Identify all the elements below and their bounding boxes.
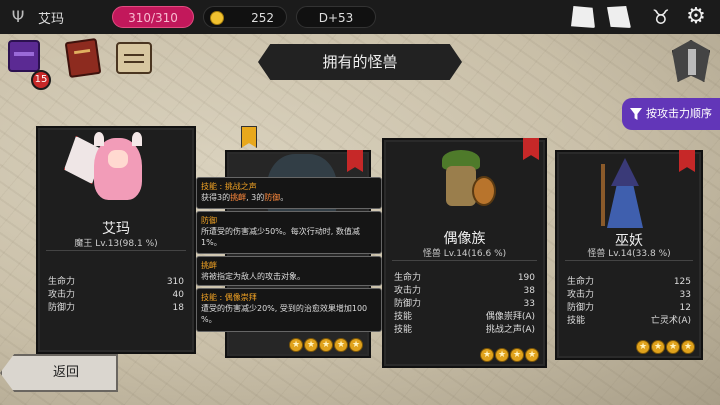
bookmark-icon xyxy=(523,138,539,160)
coin-icon xyxy=(210,11,224,25)
stat-row: 防御力 12 xyxy=(567,303,691,313)
page-title: 拥有的怪兽 xyxy=(258,44,462,80)
stat-row: 攻击力 33 xyxy=(567,290,691,300)
star-icon: ★ xyxy=(480,348,494,362)
tooltip-body: 将被指定为敌人的攻击对象。 xyxy=(201,272,305,281)
star-icon: ★ xyxy=(525,348,539,362)
stat-row: 技能 挑战之声(A) xyxy=(394,325,535,335)
stat-row: 技能 亡灵术(A) xyxy=(567,316,691,326)
hero-name: 艾玛 xyxy=(38,12,65,27)
monster-card-totem[interactable]: 偶像族 怪兽 Lv.14(16.6 %) 生命力 190 攻击力 38 防御力 33 … xyxy=(382,138,547,368)
card-stats: 生命力 190 攻击力 38 防御力 33 技能 偶像崇拜(A) 技能 挑战之声(A) xyxy=(394,272,535,337)
card-name: 偶像族 xyxy=(443,231,486,247)
star-icon: ★ xyxy=(651,340,665,354)
star-icon: ★ xyxy=(304,338,318,352)
card-level: 怪兽 Lv.14(16.6 %) xyxy=(422,249,507,259)
filter-icon xyxy=(630,108,642,120)
star-icon: ★ xyxy=(289,338,303,352)
demon-icon[interactable]: ♉ xyxy=(648,6,674,28)
tooltip-heading: 技能 : 偶像崇拜 xyxy=(201,293,257,302)
tooltip-body: 所遭受的伤害减少50%。每次行动时, 数值减1%。 xyxy=(201,227,360,247)
top-bar: Ψ 艾玛 310/310 252 D+53 ♉ ⚙ xyxy=(0,0,720,34)
card-level: 怪兽 Lv.14(33.8 %) xyxy=(587,249,671,259)
tooltip-body: 遭受的伤害减少20%, 受到的治愈效果增加100 %。 xyxy=(201,304,368,324)
totem-portrait xyxy=(432,148,496,226)
bookmark-icon xyxy=(347,150,363,172)
stat-row: 生命力 310 xyxy=(48,277,184,287)
hp-display: 310/310 xyxy=(112,6,194,28)
tooltip-defense: 防御 所遭受的伤害减少50%。每次行动时, 数值减1%。 xyxy=(196,211,382,254)
chest-icon[interactable] xyxy=(8,40,40,72)
divider xyxy=(46,250,186,251)
star-rating: ★ ★ ★ ★ xyxy=(636,340,695,354)
tooltip-heading: 技能 : 挑战之声 xyxy=(201,182,257,191)
back-button[interactable]: 返回 xyxy=(0,354,118,392)
stat-row: 攻击力 38 xyxy=(394,286,535,296)
lich-portrait xyxy=(597,158,653,232)
skill-tooltip-challenge: 技能 : 挑战之声 获得3的挑衅, 3的防御。 xyxy=(196,177,382,209)
trident-icon: Ψ xyxy=(11,7,25,26)
tooltip-body: 获得3的挑衅, 3的防御。 xyxy=(201,193,289,202)
card-name: 艾玛 xyxy=(102,221,130,237)
card-stats: 生命力 125 攻击力 33 防御力 12 技能 亡灵术(A) xyxy=(567,276,691,328)
star-icon: ★ xyxy=(349,338,363,352)
star-rating: ★ ★ ★ ★ ★ xyxy=(289,338,363,352)
gear-icon[interactable]: ⚙ xyxy=(683,6,709,28)
tooltip-heading: 防御 xyxy=(201,216,217,225)
tooltip-taunt: 挑衅 将被指定为敌人的攻击对象。 xyxy=(196,256,382,286)
star-icon: ★ xyxy=(495,348,509,362)
star-icon: ★ xyxy=(666,340,680,354)
stat-row: 防御力 18 xyxy=(48,303,184,313)
card-level: 魔王 Lv.13(98.1 %) xyxy=(74,239,158,249)
star-icon: ★ xyxy=(681,340,695,354)
stat-row: 生命力 125 xyxy=(567,277,691,287)
bookmark-icon xyxy=(679,150,695,172)
stat-row: 技能 偶像崇拜(A) xyxy=(394,312,535,322)
map-icon[interactable] xyxy=(607,6,631,28)
divider xyxy=(565,260,693,261)
tooltip-heading: 挑衅 xyxy=(201,261,217,270)
chest-count-badge: 15 xyxy=(31,70,51,90)
star-rating: ★ ★ ★ ★ xyxy=(480,348,539,362)
star-icon: ★ xyxy=(510,348,524,362)
card-stats: 生命力 310 攻击力 40 防御力 18 xyxy=(48,276,184,315)
star-icon: ★ xyxy=(636,340,650,354)
sort-label: 按攻击力顺序 xyxy=(646,107,712,120)
gold-display: 252 xyxy=(203,6,287,28)
divider xyxy=(392,260,537,261)
day-counter: D+53 xyxy=(296,6,376,28)
stat-row: 生命力 190 xyxy=(394,273,535,283)
star-icon: ★ xyxy=(319,338,333,352)
stat-row: 防御力 33 xyxy=(394,299,535,309)
monster-card-ema[interactable]: 艾玛 魔王 Lv.13(98.1 %) 生命力 310 攻击力 40 防御力 18 xyxy=(36,126,257,354)
star-icon: ★ xyxy=(334,338,348,352)
sort-by-attack-button[interactable]: 按攻击力顺序 xyxy=(622,98,720,130)
ema-portrait xyxy=(64,132,146,208)
gold-amount: 252 xyxy=(251,11,274,25)
scroll-icon[interactable] xyxy=(116,42,152,74)
book-icon[interactable] xyxy=(64,37,102,79)
card-icon[interactable] xyxy=(571,6,595,28)
monster-card-lich[interactable]: 巫妖 怪兽 Lv.14(33.8 %) 生命力 125 攻击力 33 防御力 12 技… xyxy=(555,150,703,360)
stat-row: 攻击力 40 xyxy=(48,290,184,300)
skill-tooltip-idol-worship: 技能 : 偶像崇拜 遭受的伤害减少20%, 受到的治愈效果增加100 %。 xyxy=(196,288,382,332)
